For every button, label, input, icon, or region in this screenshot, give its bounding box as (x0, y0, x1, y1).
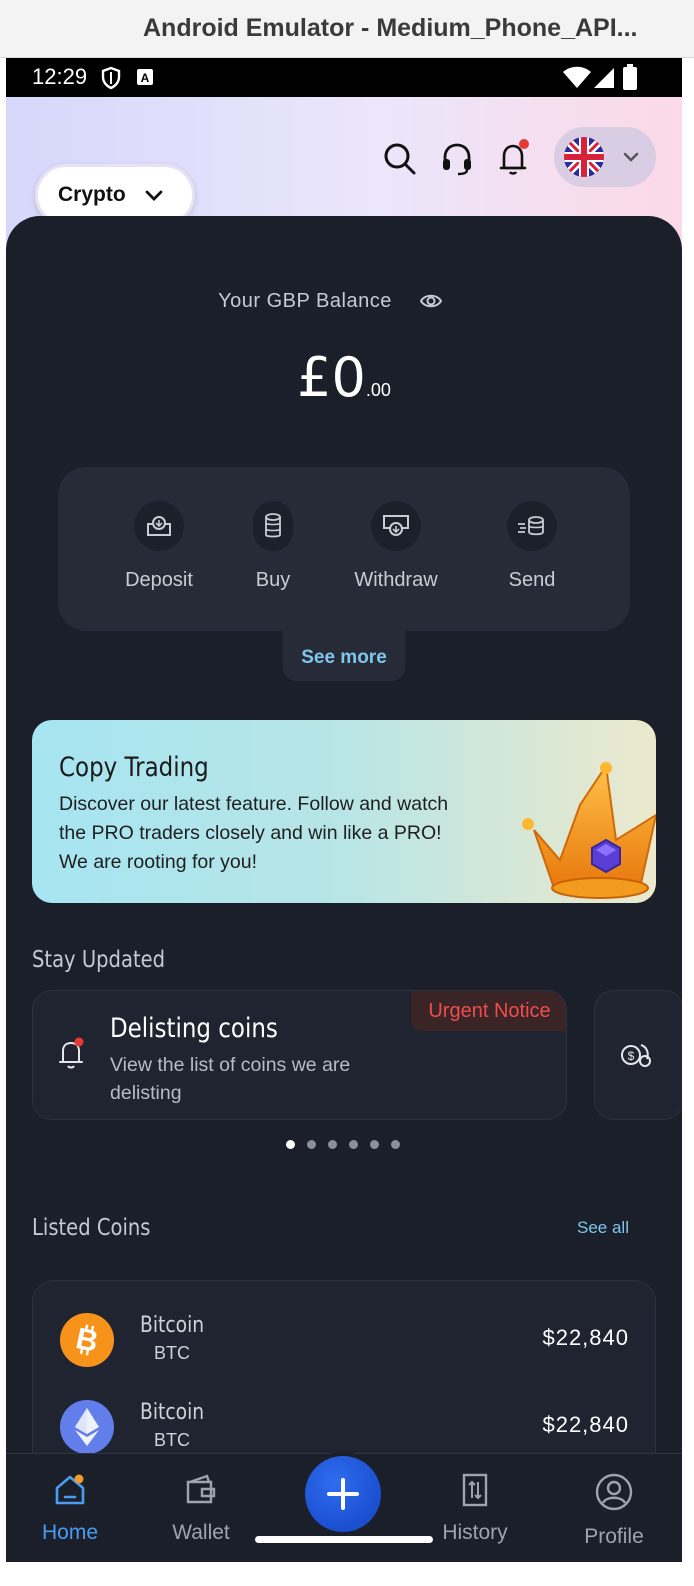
battery-icon (623, 64, 637, 90)
currency-exchange-icon: $ (621, 1044, 651, 1067)
gesture-home-bar[interactable] (255, 1536, 433, 1543)
svg-text:$: $ (628, 1049, 635, 1063)
carousel-dot[interactable] (307, 1140, 316, 1149)
wallet-icon (186, 1474, 216, 1504)
send-coins-icon (518, 516, 544, 536)
uk-flag-icon (564, 137, 604, 177)
nav-history-label: History (442, 1521, 508, 1544)
see-all-link[interactable]: See all (577, 1218, 629, 1238)
copy-trading-title: Copy Trading (59, 752, 209, 783)
bell-icon[interactable] (496, 138, 534, 178)
news-card-delisting[interactable]: Urgent Notice Delisting coins View the l… (32, 990, 567, 1120)
buy-label: Buy (255, 569, 291, 591)
chevron-down-icon (145, 190, 163, 201)
plus-icon (327, 1478, 359, 1510)
listed-coins-title: Listed Coins (32, 1215, 151, 1241)
deposit-label: Deposit (125, 569, 193, 591)
emulator-window: Android Emulator - Medium_Phone_API... 1… (0, 0, 694, 1586)
emulator-title-bar: Android Emulator - Medium_Phone_API... (0, 0, 694, 58)
news-card-next[interactable]: $ (594, 990, 682, 1120)
carousel-dots (286, 1140, 400, 1150)
coin-price: $22,840 (542, 1325, 629, 1350)
carousel-dot[interactable] (328, 1140, 337, 1149)
carousel-dot[interactable] (286, 1140, 295, 1149)
withdraw-button[interactable]: Withdraw (341, 501, 451, 592)
language-chevron-icon (623, 152, 639, 162)
news-title: Delisting coins (110, 1013, 278, 1044)
coins-stack-icon (265, 513, 281, 538)
profile-icon (595, 1473, 633, 1511)
nav-history[interactable]: History (420, 1472, 530, 1545)
stay-updated-title: Stay Updated (32, 947, 166, 973)
send-label: Send (508, 569, 556, 591)
copy-trading-description: Discover our latest feature. Follow and … (59, 793, 449, 873)
nav-home[interactable]: Home (15, 1472, 125, 1545)
keyboard-icon: A (137, 69, 153, 85)
ethereum-icon (60, 1400, 114, 1454)
withdraw-label: Withdraw (354, 569, 438, 591)
svg-text:A: A (141, 71, 150, 85)
news-description: View the list of coins we are delisting (110, 1054, 351, 1104)
deposit-button[interactable]: Deposit (104, 501, 214, 592)
coin-row[interactable]: B Bitcoin BTC $22,840 (33, 1305, 657, 1391)
balance-amount-main: £0 (297, 346, 366, 409)
status-time: 12:29 (32, 64, 88, 89)
see-more-button[interactable]: See more (283, 631, 405, 681)
search-icon[interactable] (382, 141, 418, 177)
shield-icon (101, 66, 121, 90)
copy-trading-banner[interactable]: Copy Trading Discover our latest feature… (32, 720, 656, 903)
status-bar: 12:29 A (6, 58, 682, 97)
quick-actions-card: Deposit Buy Withdraw Send (58, 467, 630, 631)
withdraw-icon (383, 515, 409, 536)
coin-name: Bitcoin (140, 1400, 205, 1425)
history-icon (462, 1473, 488, 1507)
mode-selector-label: Crypto (58, 183, 126, 206)
coin-price: $22,840 (542, 1412, 629, 1437)
nav-wallet-label: Wallet (172, 1521, 230, 1544)
balance-amount: £0.00 (6, 346, 682, 409)
nav-wallet[interactable]: Wallet (146, 1472, 256, 1545)
wifi-icon (563, 66, 591, 88)
buy-button[interactable]: Buy (218, 501, 328, 592)
home-icon (55, 1474, 85, 1505)
emulator-title: Android Emulator - Medium_Phone_API... (143, 14, 638, 42)
coin-symbol: BTC (154, 1343, 190, 1363)
eye-icon[interactable] (419, 292, 443, 310)
headset-icon[interactable] (439, 141, 475, 177)
bitcoin-icon: B (60, 1313, 114, 1367)
phone-screen: 12:29 A Crypto Your GBP Balance £0.00 De… (6, 58, 682, 1562)
balance-label: Your GBP Balance (218, 290, 392, 312)
window-edge-right (682, 58, 694, 1586)
bell-alert-icon (59, 1037, 84, 1069)
carousel-dot[interactable] (349, 1140, 358, 1149)
urgent-notice-badge: Urgent Notice (411, 991, 566, 1031)
carousel-dot[interactable] (391, 1140, 400, 1149)
language-selector[interactable] (554, 127, 656, 187)
crown-icon (522, 762, 656, 899)
nav-profile[interactable]: Profile (559, 1472, 669, 1549)
coin-symbol: BTC (154, 1430, 190, 1450)
add-button[interactable] (305, 1456, 381, 1532)
deposit-icon (147, 516, 171, 536)
send-button[interactable]: Send (477, 501, 587, 592)
carousel-dot[interactable] (370, 1140, 379, 1149)
signal-icon (594, 68, 614, 88)
balance-amount-decimal: .00 (365, 380, 391, 400)
window-bottom-edge (0, 1562, 694, 1586)
nav-home-label: Home (41, 1521, 99, 1544)
coin-name: Bitcoin (140, 1313, 205, 1338)
nav-profile-label: Profile (584, 1525, 644, 1548)
